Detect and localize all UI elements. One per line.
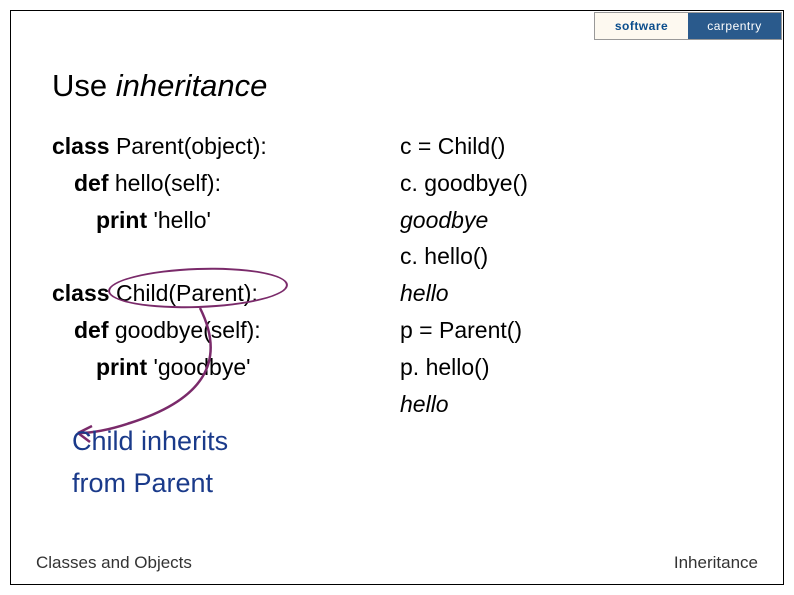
code-keyword: def	[74, 317, 109, 343]
code-line: def goodbye(self):	[74, 312, 267, 349]
code-keyword: class	[52, 133, 110, 159]
heading-inheritance: inheritance	[116, 68, 268, 103]
annotation-line1: Child inherits	[72, 426, 228, 457]
code-text: 'hello'	[147, 207, 211, 233]
code-keyword: class	[52, 280, 110, 306]
output-line: p. hello()	[400, 349, 528, 386]
code-block-right: c = Child()c. goodbye()goodbyec. hello()…	[400, 128, 528, 422]
code-line: class Parent(object):	[52, 128, 267, 165]
code-text	[52, 243, 58, 269]
output-line: goodbye	[400, 202, 528, 239]
code-line: print 'hello'	[96, 202, 267, 239]
code-line: print 'goodbye'	[96, 349, 267, 386]
code-keyword: def	[74, 170, 109, 196]
output-line: hello	[400, 275, 528, 312]
output-line: c. goodbye()	[400, 165, 528, 202]
code-text: Parent(object):	[110, 133, 267, 159]
footer-right: Inheritance	[674, 553, 758, 573]
code-text: hello(self):	[109, 170, 221, 196]
logo-left-text: software	[595, 13, 688, 39]
heading-use: Use	[52, 68, 116, 103]
output-line: p = Parent()	[400, 312, 528, 349]
code-text: goodbye(self):	[109, 317, 261, 343]
code-keyword: print	[96, 207, 147, 233]
output-line: c. hello()	[400, 238, 528, 275]
output-line: hello	[400, 386, 528, 423]
code-text: 'goodbye'	[147, 354, 250, 380]
code-block-left: class Parent(object):def hello(self):pri…	[52, 128, 267, 386]
annotation-line2: from Parent	[72, 468, 213, 499]
output-line: c = Child()	[400, 128, 528, 165]
code-line: def hello(self):	[74, 165, 267, 202]
logo-right-text: carpentry	[688, 13, 781, 39]
footer-left: Classes and Objects	[36, 553, 192, 573]
code-keyword: print	[96, 354, 147, 380]
slide-heading: Use inheritance	[52, 68, 267, 104]
logo: software carpentry	[594, 12, 782, 40]
